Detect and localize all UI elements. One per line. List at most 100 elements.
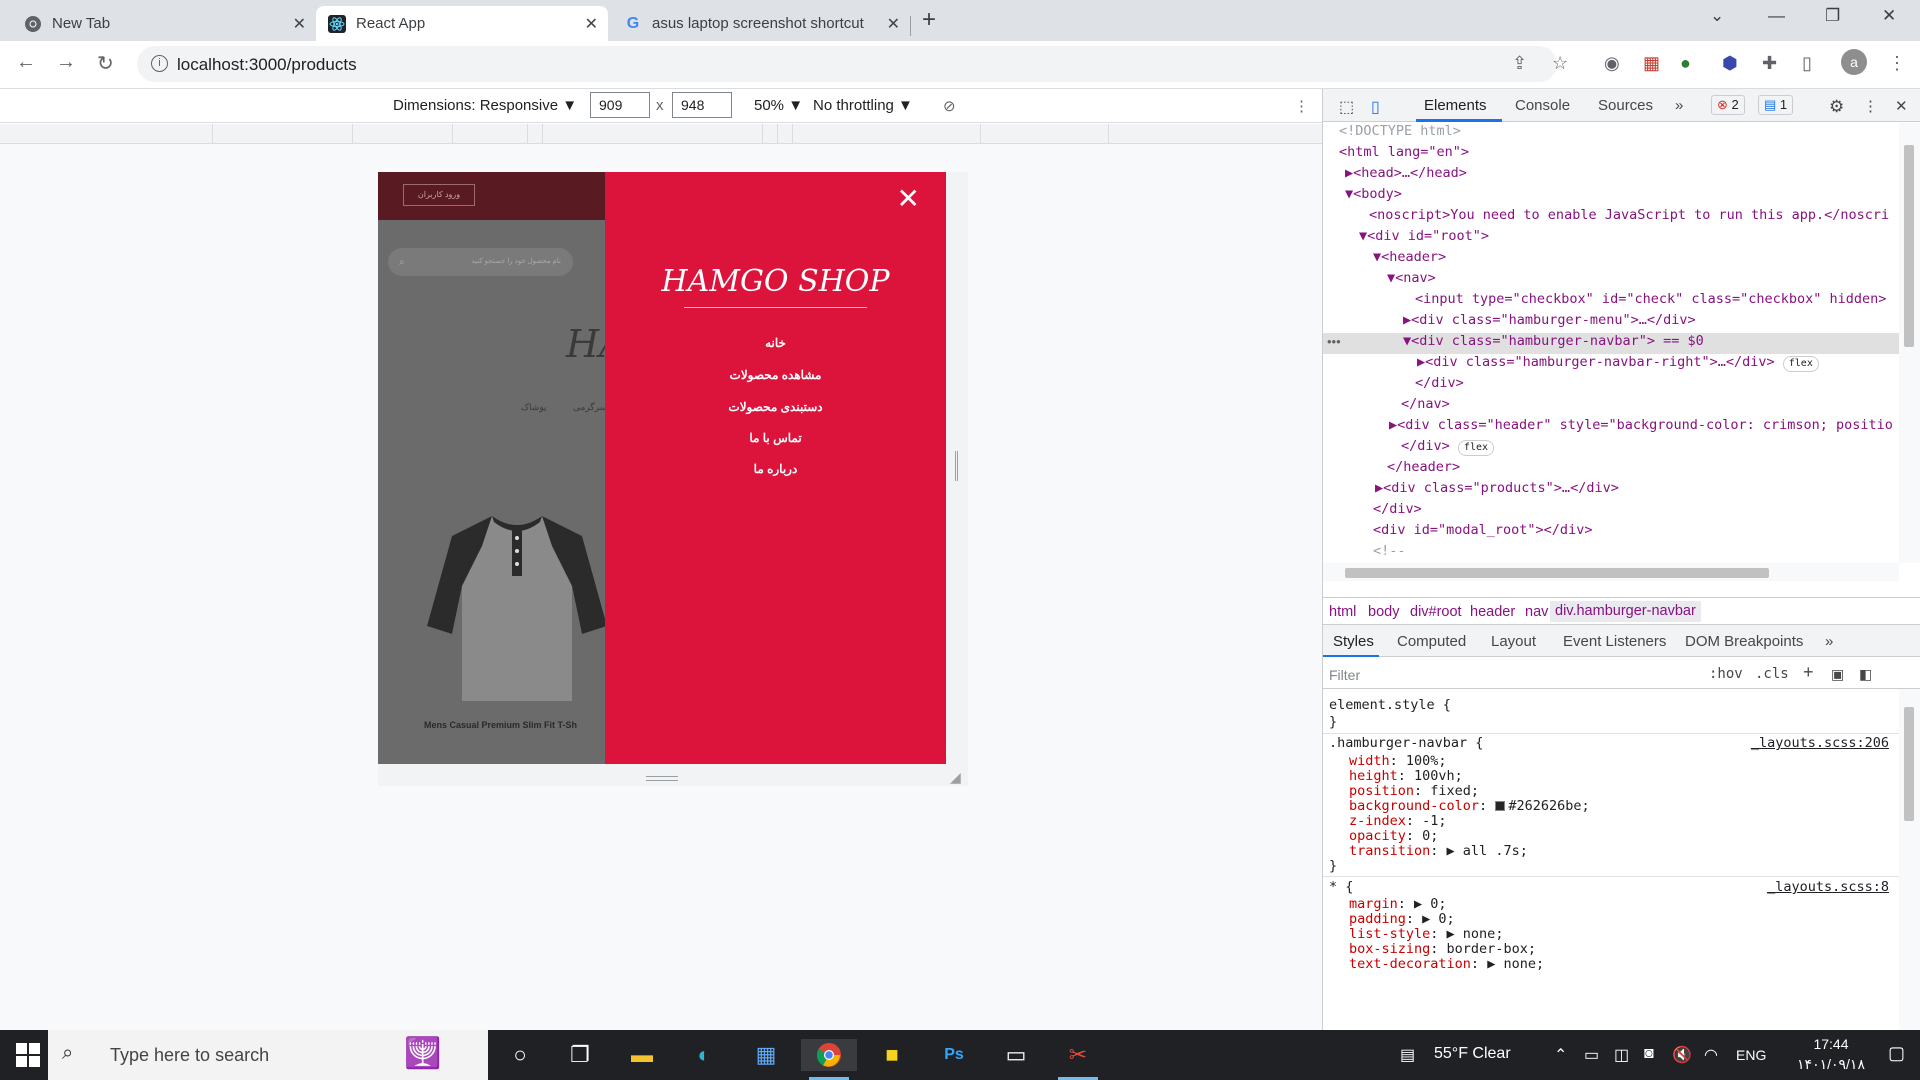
back-arrow-icon[interactable]: ← (16, 51, 36, 74)
new-tab-button[interactable]: + (922, 6, 936, 34)
dom-node[interactable]: </div> (1323, 501, 1899, 522)
snipping-tool-icon[interactable]: ✂ (1062, 1039, 1094, 1071)
breadcrumb-item[interactable]: div#root (1410, 604, 1462, 620)
tab-react-app[interactable]: React App ✕ (316, 6, 608, 41)
edge-icon[interactable]: ◐ (688, 1039, 720, 1071)
store-icon[interactable]: ▦ (750, 1039, 782, 1071)
more-options-icon[interactable]: ⋮ (1863, 97, 1878, 115)
menu-item-contact[interactable]: تماس با ما (605, 431, 946, 445)
more-menu-icon[interactable]: ⋮ (1888, 53, 1906, 74)
tab-console[interactable]: Console (1515, 97, 1570, 114)
throttling-select[interactable]: No throttling ▼ (813, 97, 913, 114)
dom-node[interactable]: </div> flex (1323, 438, 1899, 459)
close-devtools-icon[interactable]: ✕ (1895, 97, 1908, 115)
dom-scrollbar-thumb[interactable] (1904, 145, 1914, 347)
new-rule-icon[interactable]: + (1803, 662, 1814, 683)
bookmark-star-icon[interactable]: ☆ (1552, 53, 1568, 74)
side-panel-icon[interactable]: ▯ (1802, 53, 1812, 74)
share-icon[interactable]: ⇪ (1512, 53, 1527, 74)
breadcrumb-item[interactable]: html (1329, 604, 1356, 620)
width-input[interactable]: 909 (590, 92, 650, 118)
product-image[interactable] (422, 506, 612, 706)
menu-item-products[interactable]: مشاهده محصولات (605, 368, 946, 382)
breadcrumb-item[interactable]: nav (1525, 604, 1548, 620)
tab-styles[interactable]: Styles (1333, 633, 1374, 650)
cortana-icon[interactable]: ○ (504, 1039, 536, 1071)
style-property[interactable]: width: 100%; (1349, 753, 1447, 769)
source-link[interactable]: _layouts.scss:206 (1751, 735, 1889, 751)
message-count-badge[interactable]: ▤ 1 (1758, 95, 1794, 115)
weather-text[interactable]: 55°F Clear (1434, 1045, 1511, 1063)
sticky-notes-icon[interactable]: ■ (876, 1039, 908, 1071)
height-input[interactable]: 948 (672, 92, 732, 118)
menorah-doodle-icon[interactable]: 🕎 (404, 1036, 441, 1071)
close-icon[interactable]: ✕ (897, 182, 920, 215)
weather-icon[interactable]: ▤ (1400, 1045, 1415, 1065)
style-property[interactable]: transition: ▶ all .7s; (1349, 843, 1528, 859)
source-link[interactable]: _layouts.scss:8 (1767, 879, 1889, 895)
dom-node[interactable]: <!DOCTYPE html> (1323, 123, 1899, 144)
close-tab-icon[interactable]: ✕ (887, 14, 900, 34)
dom-node[interactable]: ▶<div class="header" style="background-c… (1323, 417, 1899, 438)
tab-google-search[interactable]: G asus laptop screenshot shortcut ✕ (612, 6, 910, 41)
corner-resize-icon[interactable]: ◢ (950, 769, 961, 786)
chrome-taskbar-icon[interactable] (801, 1039, 857, 1071)
battery-icon[interactable]: ▭ (1584, 1045, 1599, 1065)
close-tab-icon[interactable]: ✕ (585, 14, 598, 34)
notifications-icon[interactable]: ▢ (1888, 1043, 1905, 1064)
breadcrumb-item[interactable]: body (1368, 604, 1399, 620)
dom-node[interactable]: ▶<div class="products">…</div> (1323, 480, 1899, 501)
terminal-icon[interactable]: ▭ (1000, 1039, 1032, 1071)
dom-node[interactable]: ▶<head>…</head> (1323, 165, 1899, 186)
style-property[interactable]: position: fixed; (1349, 783, 1479, 799)
rule-selector[interactable]: .hamburger-navbar { (1329, 735, 1483, 751)
windows-start-icon[interactable] (16, 1043, 40, 1067)
height-resize-handle[interactable] (646, 776, 678, 781)
dom-node[interactable]: <div id="modal_root"></div> (1323, 522, 1899, 543)
color-swatch[interactable] (1495, 801, 1506, 811)
task-view-icon[interactable]: ❐ (564, 1039, 596, 1071)
puzzle-extensions-icon[interactable]: ✚ (1762, 53, 1777, 74)
gear-icon[interactable]: ⚙ (1829, 97, 1844, 117)
dom-node[interactable]: ▼<body> (1323, 186, 1899, 207)
menu-item-home[interactable]: خانه (605, 336, 946, 350)
breadcrumb-item[interactable]: header (1470, 604, 1515, 620)
paint-icon[interactable]: ▣ (1831, 666, 1844, 683)
close-tab-icon[interactable]: ✕ (293, 14, 306, 34)
minimize-icon[interactable]: — (1768, 6, 1785, 26)
extension-icon[interactable]: ⬢ (1722, 53, 1738, 74)
style-property[interactable]: padding: ▶ 0; (1349, 911, 1455, 927)
tab-event-listeners[interactable]: Event Listeners (1563, 633, 1666, 650)
tab-layout[interactable]: Layout (1491, 633, 1536, 650)
dom-node[interactable]: </nav> (1323, 396, 1899, 417)
rotate-icon[interactable]: ⊘ (943, 97, 956, 115)
category-link[interactable]: سرگرمی (573, 402, 607, 413)
url-text[interactable]: localhost:3000/products (177, 55, 357, 75)
extension-icon[interactable]: ▦ (1643, 53, 1660, 74)
tab-search-chevron-icon[interactable]: ⌄ (1710, 6, 1724, 26)
dom-node[interactable]: ▶<div class="hamburger-menu">…</div> (1323, 312, 1899, 333)
dom-hscrollbar-thumb[interactable] (1345, 568, 1769, 578)
sidebar-toggle-icon[interactable]: ◧ (1859, 666, 1872, 683)
dom-node[interactable]: </header> (1323, 459, 1899, 480)
address-bar[interactable]: i localhost:3000/products (137, 46, 1557, 82)
styles-scrollbar-thumb[interactable] (1904, 707, 1914, 821)
menu-item-about[interactable]: درباره ما (605, 462, 946, 476)
style-property[interactable]: z-index: -1; (1349, 813, 1447, 829)
volume-muted-icon[interactable]: 🔇 (1672, 1045, 1692, 1065)
photoshop-icon[interactable]: Ps (938, 1039, 970, 1071)
dom-node[interactable]: ▼<header> (1323, 249, 1899, 270)
tab-sources[interactable]: Sources (1598, 97, 1653, 114)
flex-badge[interactable]: flex (1457, 440, 1495, 456)
style-property[interactable]: height: 100vh; (1349, 768, 1463, 784)
login-button[interactable]: ورود کاربران (403, 184, 475, 206)
tab-computed[interactable]: Computed (1397, 633, 1466, 650)
dom-node[interactable]: ▼<div id="root"> (1323, 228, 1899, 249)
dom-node[interactable]: ▼<nav> (1323, 270, 1899, 291)
width-resize-handle[interactable] (955, 451, 958, 481)
search-input[interactable]: نام محصول خود را جستجو کنید (388, 248, 573, 276)
tab-dom-breakpoints[interactable]: DOM Breakpoints (1685, 633, 1803, 650)
wifi-icon[interactable]: ◠ (1704, 1045, 1718, 1065)
style-property[interactable]: text-decoration: ▶ none; (1349, 956, 1544, 972)
network-icon[interactable]: ◫ (1614, 1045, 1629, 1065)
